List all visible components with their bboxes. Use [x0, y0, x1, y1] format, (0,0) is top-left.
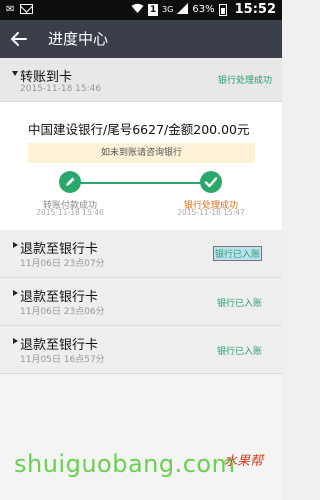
status-right: 1 3G 63% 15:52 — [131, 2, 276, 17]
list-item-date: 11月06日 23点07分 — [20, 259, 105, 269]
sim-icon: 1 — [148, 3, 159, 16]
arrow-left-icon — [11, 32, 27, 46]
list-item-status: 银行已入账 — [216, 299, 262, 309]
list-item-title: 退款至银行卡 — [20, 290, 99, 305]
list-item-date: 11月06日 23点06分 — [20, 307, 105, 317]
check-icon — [204, 177, 218, 188]
status-left: ✉ — [6, 4, 34, 16]
caret-right-icon — [13, 338, 18, 344]
step-2-indicator — [200, 171, 222, 193]
network-type: 3G — [162, 5, 174, 14]
chat-icon: ✉ — [6, 4, 15, 15]
notice-banner: 如未到账请咨询银行 — [28, 143, 255, 163]
step-1-indicator — [59, 171, 81, 193]
list-item-title: 退款至银行卡 — [20, 242, 99, 257]
status-bar: ✉ 1 3G 63% 15:52 — [0, 0, 282, 20]
pencil-icon — [66, 177, 75, 186]
list-item[interactable]: 退款至银行卡 11月05日 16点57分 银行已入账 — [0, 326, 282, 374]
battery-icon — [218, 3, 227, 16]
caret-down-icon — [12, 71, 18, 76]
battery-percent: 63% — [192, 4, 215, 15]
progress-line — [70, 182, 210, 184]
current-transfer-header[interactable]: 转账到卡 2015-11-18 15:46 银行处理成功 — [0, 58, 282, 102]
watermark-text: shuiguobang.com — [14, 450, 236, 478]
list-item-status: 银行已入账 — [216, 347, 262, 357]
list-item[interactable]: 退款至银行卡 11月06日 23点06分 银行已入账 — [0, 278, 282, 326]
list-item-status: 银行已入账 — [212, 246, 262, 261]
caret-right-icon — [13, 242, 18, 248]
transfer-detail-text: 中国建设银行/尾号6627/金额200.00元 — [28, 122, 250, 137]
watermark-logo-text: 水果帮 — [224, 454, 264, 469]
transfer-title: 转账到卡 — [20, 70, 73, 85]
list-item-title: 退款至银行卡 — [20, 338, 99, 353]
list-item-date: 11月05日 16点57分 — [20, 355, 105, 365]
signal-icon — [177, 2, 189, 17]
page-title: 进度中心 — [48, 30, 109, 48]
back-button[interactable] — [8, 28, 30, 50]
transfer-date: 2015-11-18 15:46 — [20, 84, 102, 94]
clock: 15:52 — [234, 2, 276, 17]
empty-area — [0, 374, 282, 500]
wifi-icon — [131, 3, 144, 17]
caret-right-icon — [13, 290, 18, 296]
list-item[interactable]: 退款至银行卡 11月06日 23点07分 银行已入账 — [0, 230, 282, 278]
mail-icon — [20, 4, 34, 14]
transfer-status: 银行处理成功 — [217, 76, 272, 86]
app-header: 进度中心 — [0, 20, 282, 58]
step-1-time: 2015-11-18 15:46 — [36, 208, 104, 217]
step-2-time: 2015-11-18 15:47 — [177, 208, 245, 217]
